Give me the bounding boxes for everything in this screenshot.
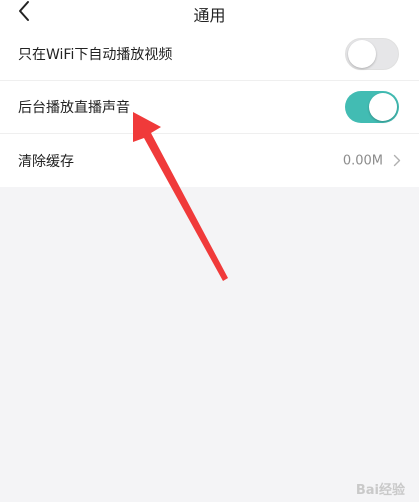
setting-label-background-audio: 后台播放直播声音 bbox=[18, 100, 130, 116]
setting-label-wifi-autoplay: 只在WiFi下自动播放视频 bbox=[18, 47, 173, 63]
setting-row-background-audio: 后台播放直播声音 bbox=[0, 81, 419, 134]
background-audio-toggle[interactable] bbox=[345, 91, 399, 123]
wifi-autoplay-toggle[interactable] bbox=[345, 38, 399, 70]
settings-list: 只在WiFi下自动播放视频 后台播放直播声音 清除缓存 0.00M bbox=[0, 28, 419, 187]
cache-value-group: 0.00M bbox=[343, 153, 401, 168]
toggle-knob bbox=[369, 93, 397, 121]
page-title: 通用 bbox=[193, 6, 226, 25]
cache-size-value: 0.00M bbox=[342, 153, 383, 168]
chevron-right-icon bbox=[393, 154, 401, 167]
watermark-logo: Bai经验 bbox=[355, 483, 405, 498]
setting-row-wifi-autoplay: 只在WiFi下自动播放视频 bbox=[0, 28, 419, 81]
toggle-knob bbox=[348, 40, 376, 68]
header-bar: 通用 bbox=[0, 0, 419, 28]
setting-label-clear-cache: 清除缓存 bbox=[18, 153, 74, 170]
setting-row-clear-cache[interactable]: 清除缓存 0.00M bbox=[0, 134, 419, 187]
